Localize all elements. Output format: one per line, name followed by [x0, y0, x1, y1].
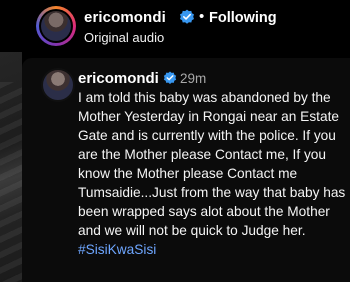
comment-timestamp: 29m — [180, 71, 207, 86]
avatar — [41, 11, 71, 41]
hashtag-link[interactable]: #SisiKwaSisi — [78, 242, 156, 257]
comment-username[interactable]: ericomondi — [78, 70, 159, 87]
reel-header: ericomondi • Following Original audio — [0, 0, 350, 52]
following-button[interactable]: Following — [209, 10, 277, 26]
header-username[interactable]: ericomondi — [84, 9, 166, 26]
comment-avatar[interactable] — [41, 68, 75, 102]
comment-text: I am told this baby was abandoned by the… — [78, 88, 346, 259]
comment-body: I am told this baby was abandoned by the… — [78, 90, 346, 238]
verified-badge-icon — [179, 9, 195, 30]
separator-dot: • — [199, 8, 205, 25]
story-ring-avatar[interactable] — [36, 6, 76, 46]
background-post-image — [0, 52, 22, 282]
audio-label[interactable]: Original audio — [84, 30, 164, 45]
